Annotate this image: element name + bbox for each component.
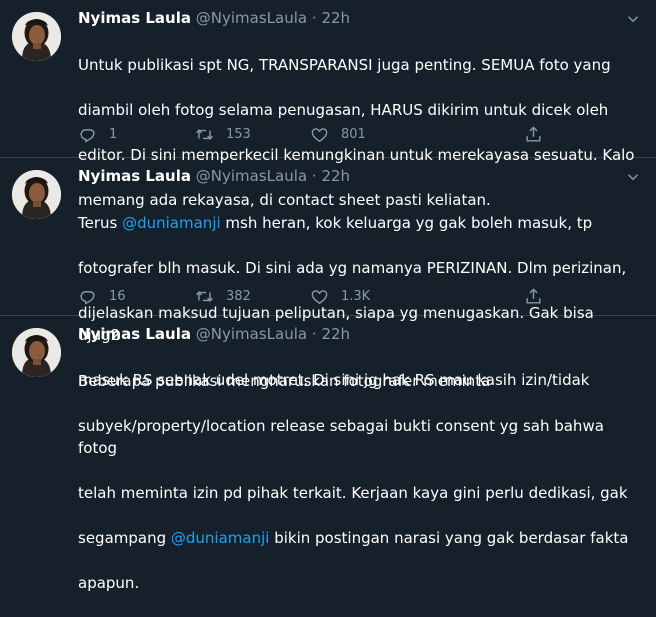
reply-icon (78, 125, 97, 144)
tweet-actions: 16 382 1.3K (78, 286, 558, 306)
retweet-button[interactable]: 153 (195, 124, 251, 144)
reply-button[interactable]: 16 (78, 286, 126, 306)
separator: · (311, 9, 317, 27)
author-name[interactable]: Nyimas Laula (78, 9, 191, 27)
retweet-count: 153 (226, 126, 251, 142)
share-button[interactable] (524, 124, 543, 144)
text-segment: bikin postingan narasi yang gak berdasar… (269, 529, 629, 547)
tweet-text-line: Untuk publikasi spt NG, TRANSPARANSI jug… (78, 55, 611, 74)
tweet-text-line: Terus @duniamanji msh heran, kok keluarg… (78, 212, 638, 235)
author-handle[interactable]: @NyimasLaula (196, 325, 307, 343)
like-count: 1.3K (341, 288, 371, 304)
author-handle[interactable]: @NyimasLaula (196, 167, 307, 185)
reply-count: 16 (109, 288, 126, 304)
tweet-text-line: telah meminta izin pd pihak terkait. Ker… (78, 484, 628, 502)
like-icon (310, 287, 329, 306)
tweet-text-line: subyek/property/location release sebagai… (78, 416, 604, 458)
tweet-text-line: diambil oleh fotog selama penugasan, HAR… (78, 100, 609, 119)
chevron-down-icon[interactable] (624, 168, 642, 186)
separator: · (311, 167, 317, 185)
tweet-header: Nyimas Laula @NyimasLaula · 22h (78, 324, 350, 344)
tweet-header: Nyimas Laula @NyimasLaula · 22h (78, 166, 350, 186)
avatar[interactable] (12, 328, 61, 377)
chevron-down-icon[interactable] (624, 10, 642, 28)
text-segment: segampang (78, 529, 171, 547)
separator: · (311, 325, 317, 343)
share-button[interactable] (524, 286, 543, 306)
author-name[interactable]: Nyimas Laula (78, 325, 191, 343)
like-icon (310, 125, 329, 144)
avatar[interactable] (12, 12, 61, 61)
share-icon (524, 125, 543, 144)
author-handle[interactable]: @NyimasLaula (196, 9, 307, 27)
tweet[interactable]: Nyimas Laula @NyimasLaula · 22h Untuk pu… (0, 0, 656, 209)
tweet-header: Nyimas Laula @NyimasLaula · 22h (78, 8, 350, 28)
timestamp[interactable]: 22h (321, 9, 350, 27)
retweet-icon (195, 125, 214, 144)
mention-link[interactable]: @duniamanji (122, 214, 221, 232)
like-button[interactable]: 801 (310, 124, 366, 144)
like-button[interactable]: 1.3K (310, 286, 370, 306)
tweet[interactable]: Nyimas Laula @NyimasLaula · 22h Beberapa… (0, 316, 656, 592)
tweet-text: Beberapa publikasi mengharuskan fotograf… (78, 347, 638, 617)
tweet[interactable]: Nyimas Laula @NyimasLaula · 22h Terus @d… (0, 158, 656, 389)
tweet-text-line: fotografer blh masuk. Di sini ada yg nam… (78, 258, 627, 277)
retweet-icon (195, 287, 214, 306)
timestamp[interactable]: 22h (321, 325, 350, 343)
reply-count: 1 (109, 126, 118, 142)
text-segment: msh heran, kok keluarga yg gak boleh mas… (220, 213, 593, 232)
mention-link[interactable]: @duniamanji (171, 529, 270, 547)
tweet-actions: 1 153 801 (78, 124, 558, 144)
tweet-text-line: apapun. (78, 574, 140, 592)
like-count: 801 (341, 126, 366, 142)
reply-icon (78, 287, 97, 306)
reply-button[interactable]: 1 (78, 124, 117, 144)
timestamp[interactable]: 22h (321, 167, 350, 185)
tweet-text-line: Beberapa publikasi mengharuskan fotograf… (78, 371, 491, 390)
tweet-text-line: segampang @duniamanji bikin postingan na… (78, 527, 638, 550)
retweet-button[interactable]: 382 (195, 286, 251, 306)
avatar[interactable] (12, 170, 61, 219)
author-name[interactable]: Nyimas Laula (78, 167, 191, 185)
text-segment: Terus (78, 213, 123, 232)
share-icon (524, 287, 543, 306)
retweet-count: 382 (226, 288, 251, 304)
